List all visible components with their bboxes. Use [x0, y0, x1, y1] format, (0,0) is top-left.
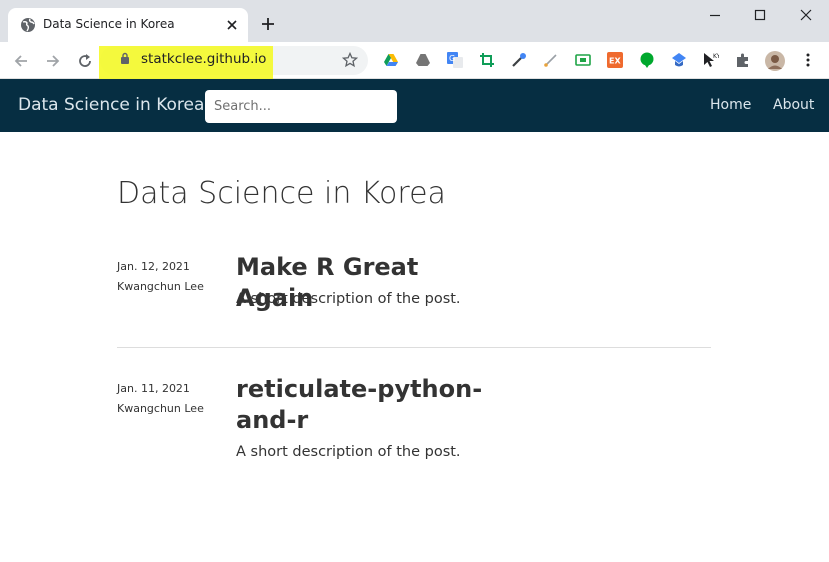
post-author: Kwangchun Lee — [117, 280, 204, 293]
screen-icon[interactable] — [575, 52, 591, 68]
plus-icon[interactable] — [260, 16, 276, 32]
ex-icon[interactable]: EX — [607, 52, 623, 68]
browser-tabstrip: Data Science in Korea — [0, 0, 829, 42]
translate-icon[interactable]: G — [447, 52, 463, 68]
site-navbar: Data Science in Korea Home About — [0, 79, 829, 132]
post-description: A short description of the post. — [236, 444, 461, 460]
post-description: A short description of the post. — [236, 291, 461, 307]
kebab-menu-icon[interactable] — [800, 52, 816, 68]
post-divider — [117, 347, 711, 348]
eyedropper-icon[interactable] — [511, 52, 527, 68]
star-icon[interactable] — [342, 52, 358, 68]
lock-icon[interactable] — [120, 52, 130, 65]
cursor-icon[interactable]: KY — [703, 52, 719, 68]
nav-link-home[interactable]: Home — [710, 97, 751, 113]
post-author: Kwangchun Lee — [117, 402, 204, 415]
search-input[interactable] — [205, 90, 397, 123]
svg-text:KY: KY — [713, 53, 719, 60]
close-icon[interactable] — [224, 17, 240, 33]
browser-tab[interactable]: Data Science in Korea — [8, 8, 248, 42]
avatar[interactable] — [765, 51, 785, 71]
post-date: Jan. 11, 2021 — [117, 382, 190, 395]
minimize-icon[interactable] — [707, 7, 723, 23]
post-date: Jan. 12, 2021 — [117, 260, 190, 273]
crop-icon[interactable] — [479, 52, 495, 68]
svg-text:G: G — [449, 54, 455, 63]
nav-link-about[interactable]: About — [773, 97, 814, 113]
google-drive-icon[interactable] — [383, 52, 399, 68]
maximize-icon[interactable] — [752, 7, 768, 23]
url-text[interactable]: statkclee.github.io — [141, 51, 266, 67]
site-brand[interactable]: Data Science in Korea — [18, 95, 204, 115]
drive-gray-icon[interactable] — [415, 52, 431, 68]
svg-text:EX: EX — [609, 57, 621, 66]
back-arrow-icon[interactable] — [12, 52, 30, 70]
reload-icon[interactable] — [76, 52, 94, 70]
window-close-icon[interactable] — [798, 7, 814, 23]
brush-icon[interactable] — [543, 52, 559, 68]
post-title-link[interactable]: reticulate-python-and-r — [236, 374, 486, 436]
page-title: Data Science in Korea — [117, 176, 446, 211]
forward-arrow-icon[interactable] — [44, 52, 62, 70]
scholar-icon[interactable] — [671, 52, 687, 68]
evernote-icon[interactable] — [639, 52, 655, 68]
tab-title: Data Science in Korea — [43, 17, 175, 31]
puzzle-icon[interactable] — [735, 52, 751, 68]
globe-icon — [21, 18, 35, 32]
